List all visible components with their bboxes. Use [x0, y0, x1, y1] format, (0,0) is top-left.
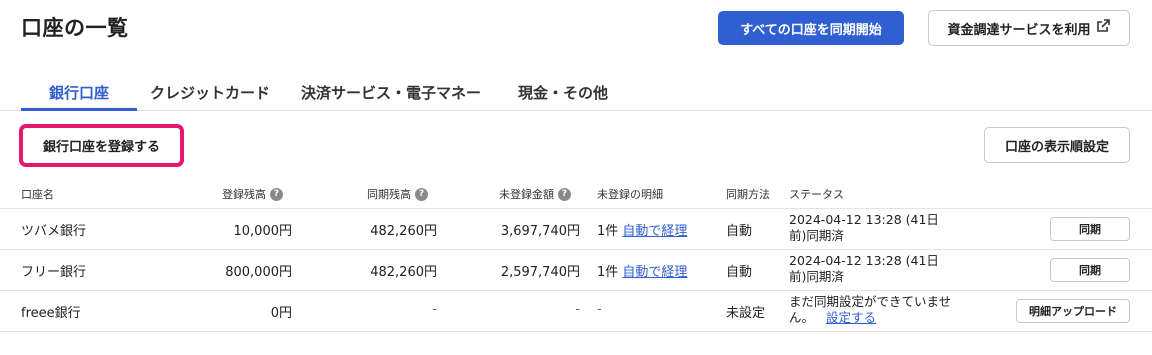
sync-method: 未設定 [726, 306, 766, 321]
column-unregistered-detail: 未登録の明細 [597, 188, 663, 201]
funding-service-label: 資金調達サービスを利用 [947, 22, 1091, 38]
unregistered-detail: - [597, 302, 602, 317]
tab-bank[interactable]: 銀行口座 [21, 82, 137, 111]
synced-balance: - [432, 302, 437, 317]
sync-button[interactable]: 同期 [1050, 258, 1130, 282]
funding-service-button[interactable]: 資金調達サービスを利用 [928, 10, 1130, 46]
account-name: freee銀行 [21, 306, 81, 321]
question-circle-icon[interactable]: ? [558, 187, 571, 201]
accounts-table: 口座名 登録残高? 同期残高? 未登録金額? 未登録の明細 同期方法 ステータス… [0, 178, 1152, 332]
account-type-tabs: 銀行口座 クレジットカード 決済サービス・電子マネー 現金・その他 [0, 78, 1152, 111]
column-unregistered-amount: 未登録金額? [499, 186, 571, 202]
question-circle-icon[interactable]: ? [415, 187, 428, 201]
detail-count: 1件 [597, 265, 619, 280]
detail-count: 1件 [597, 224, 619, 239]
table-row: freee銀行 0円 - - - 未設定 まだ同期設定ができていません。 設定す… [0, 291, 1152, 332]
synced-balance: 482,260円 [370, 265, 437, 280]
sync-status: 2024-04-12 13:28 (41日前)同期済 [789, 253, 939, 284]
tab-cash-other[interactable]: 現金・その他 [518, 82, 608, 111]
display-order-button[interactable]: 口座の表示順設定 [984, 127, 1130, 163]
register-bank-account-button[interactable]: 銀行口座を登録する [19, 124, 184, 167]
setup-link[interactable]: 設定する [826, 310, 876, 325]
tab-credit-card[interactable]: クレジットカード [150, 82, 270, 111]
unregistered-amount: 2,597,740円 [500, 265, 580, 280]
column-registered-balance: 登録残高? [222, 186, 283, 202]
column-status: ステータス [789, 188, 844, 201]
tab-payment-service[interactable]: 決済サービス・電子マネー [301, 82, 481, 111]
account-name: ツバメ銀行 [21, 224, 87, 239]
unregistered-detail: 1件 自動で経理 [597, 220, 687, 239]
registered-balance: 800,000円 [225, 265, 292, 280]
sync-status: まだ同期設定ができていません。 設定する [789, 294, 954, 326]
unregistered-detail: 1件 自動で経理 [597, 261, 687, 280]
auto-accounting-link[interactable]: 自動で経理 [622, 265, 687, 280]
page-title: 口座の一覧 [21, 16, 129, 40]
unregistered-amount: - [575, 302, 580, 317]
external-link-icon [1095, 18, 1111, 38]
unregistered-amount: 3,697,740円 [500, 224, 580, 239]
column-sync-method: 同期方法 [726, 188, 770, 201]
sync-status: 2024-04-12 13:28 (41日前)同期済 [789, 212, 939, 243]
sync-button[interactable]: 同期 [1050, 217, 1130, 241]
sync-method: 自動 [726, 224, 753, 239]
sync-method: 自動 [726, 265, 753, 280]
account-name: フリー銀行 [21, 265, 87, 280]
sync-all-button[interactable]: すべての口座を同期開始 [718, 11, 904, 45]
synced-balance: 482,260円 [370, 224, 437, 239]
table-row: ツバメ銀行 10,000円 482,260円 3,697,740円 1件 自動で… [0, 209, 1152, 250]
auto-accounting-link[interactable]: 自動で経理 [622, 224, 687, 239]
registered-balance: 10,000円 [233, 224, 293, 239]
question-circle-icon[interactable]: ? [270, 187, 283, 201]
column-name: 口座名 [21, 188, 54, 201]
table-row: フリー銀行 800,000円 482,260円 2,597,740円 1件 自動… [0, 250, 1152, 291]
table-header: 口座名 登録残高? 同期残高? 未登録金額? 未登録の明細 同期方法 ステータス [0, 178, 1152, 209]
column-synced-balance: 同期残高? [367, 186, 428, 202]
registered-balance: 0円 [270, 306, 292, 321]
statement-upload-button[interactable]: 明細アップロード [1016, 299, 1130, 323]
